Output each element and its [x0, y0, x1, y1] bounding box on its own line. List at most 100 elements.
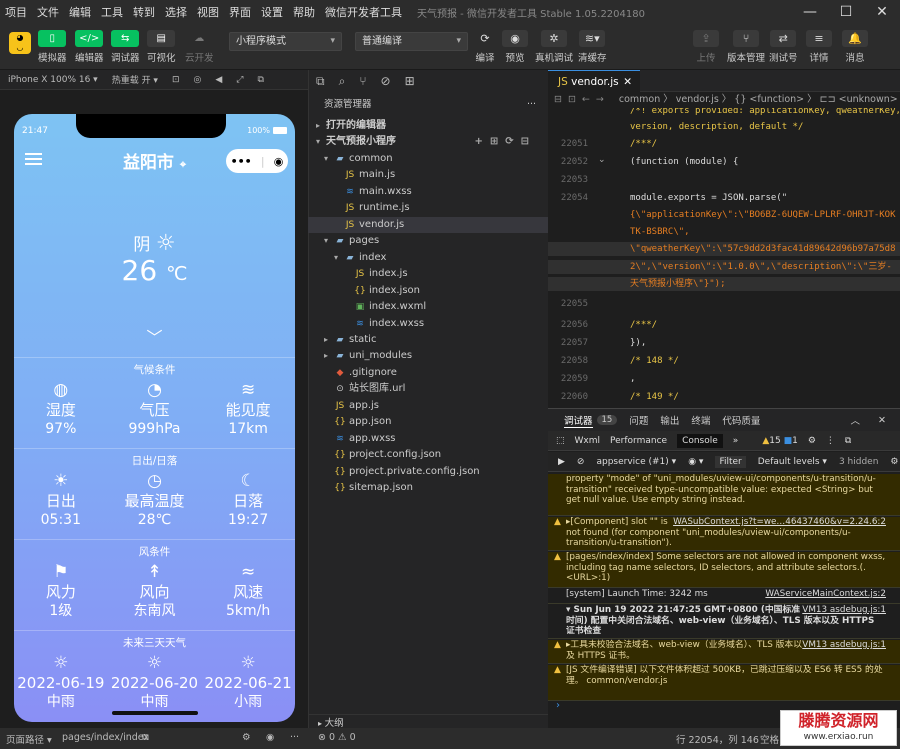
file-tree-item[interactable]: JS app.js	[308, 398, 548, 415]
preview-button[interactable]: ◉ 预览	[502, 30, 528, 64]
details-button[interactable]: ≡ 详情	[806, 30, 832, 64]
file-tree-item[interactable]: {} app.json	[308, 414, 548, 431]
file-tree-item[interactable]: ≋ index.wxss	[308, 316, 548, 333]
source-link[interactable]: VM13 asdebug.js:1	[802, 605, 886, 616]
device-select[interactable]: iPhone X 100% 16 ▾	[8, 75, 98, 85]
outline-header[interactable]: ▸ 大纲	[308, 714, 548, 729]
panel-wxml[interactable]: Wxml	[575, 436, 601, 446]
undock-icon[interactable]: ⧉	[845, 436, 851, 446]
file-tree-item[interactable]: ▾ ▰ common	[308, 151, 548, 168]
inspect-icon[interactable]: ⬚	[556, 436, 565, 446]
explorer-actions[interactable]: +⊞⟳⊟	[474, 134, 536, 150]
record-icon[interactable]: ◎	[194, 75, 202, 85]
more-icon[interactable]: ⋮	[826, 436, 835, 446]
menu-item[interactable]: 界面	[224, 4, 256, 20]
compile-button[interactable]: ⟳ 编译	[472, 30, 498, 64]
more-icon[interactable]: •••	[231, 155, 252, 168]
copy-icon[interactable]: ⧉	[142, 732, 149, 743]
sound-icon[interactable]: ◀	[215, 75, 222, 85]
preview-eye-icon[interactable]: ◉	[266, 732, 274, 743]
menu-item[interactable]: 微信开发者工具	[320, 4, 407, 20]
file-tree-item[interactable]: ≋ main.wxss	[308, 184, 548, 201]
menu-item[interactable]: 工具	[96, 4, 128, 20]
page-path-select[interactable]: 页面路径 ▾	[6, 732, 52, 746]
menu-item[interactable]: 视图	[192, 4, 224, 20]
collapse-icon[interactable]: ︿	[850, 413, 860, 427]
upload-button[interactable]: ⇪ 上传	[693, 30, 719, 64]
git-icon[interactable]: ⑂	[359, 74, 366, 88]
clear-console-icon[interactable]: ⊘	[577, 457, 585, 467]
file-tree-item[interactable]: ≋ app.wxss	[308, 431, 548, 448]
source-link[interactable]: VM13 asdebug.js:1	[802, 640, 886, 651]
file-tree-item[interactable]: JS vendor.js	[308, 216, 548, 234]
file-tree-item[interactable]: {} sitemap.json	[308, 480, 548, 497]
tab-output[interactable]: 输出	[660, 413, 679, 427]
context-select[interactable]: appservice (#1) ▾	[596, 457, 676, 467]
tab-vendor-js[interactable]: JS vendor.js ✕	[548, 70, 640, 92]
live-expression-icon[interactable]: ◉ ▾	[688, 457, 703, 467]
close-capsule-icon[interactable]: ◉	[274, 155, 284, 168]
file-tree-item[interactable]: JS index.js	[308, 266, 548, 283]
maximize-button[interactable]: ☐	[828, 0, 864, 24]
files-icon[interactable]: ⧉	[316, 74, 325, 89]
more-icon[interactable]: ···	[290, 732, 299, 743]
file-tree-item[interactable]: JS runtime.js	[308, 200, 548, 217]
menu-item[interactable]: 项目	[0, 4, 32, 20]
console-prompt[interactable]: ›	[556, 700, 560, 711]
expand-arrow-icon[interactable]: ▾	[324, 233, 334, 249]
close-window-button[interactable]: ✕	[864, 0, 900, 24]
expand-arrow-icon[interactable]: ▾	[324, 151, 334, 167]
source-link[interactable]: WASubContext.js?t=we…46437460&v=2.24.6:2	[673, 517, 886, 528]
clear-cache-button[interactable]: ≋▾ 清缓存	[578, 30, 607, 64]
problems-count[interactable]: ⊗ 0 ⚠ 0	[318, 732, 356, 743]
hot-reload-toggle[interactable]: 热重载 开 ▾	[112, 73, 158, 86]
file-tree-item[interactable]: ▾ ▰ index	[308, 250, 548, 267]
filter-input[interactable]: Filter	[715, 455, 746, 468]
menu-item[interactable]: 选择	[160, 4, 192, 20]
menu-item[interactable]: 帮助	[288, 4, 320, 20]
cloud-dev-button[interactable]: ☁ 云开发	[185, 30, 214, 64]
file-tree-item[interactable]: {} project.config.json	[308, 447, 548, 464]
close-panel-icon[interactable]: ✕	[878, 415, 886, 426]
messages-button[interactable]: 🔔 消息	[842, 30, 868, 64]
tab-problems[interactable]: 问题	[629, 413, 648, 427]
mode-select[interactable]: 小程序模式	[229, 32, 342, 51]
more-actions-icon[interactable]: ···	[527, 96, 536, 114]
settings-icon[interactable]: ⚙	[808, 436, 816, 446]
sidebar-icon[interactable]: ▶	[558, 457, 565, 467]
console-settings-icon[interactable]: ⚙	[890, 457, 898, 467]
simulator-toggle[interactable]: ▯ 模拟器	[38, 30, 67, 64]
file-tree-item[interactable]: ▸ ▰ uni_modules	[308, 348, 548, 365]
source-link[interactable]: WAServiceMainContext.js:2	[765, 589, 886, 600]
menu-item[interactable]: 设置	[256, 4, 288, 20]
panel-more[interactable]: »	[733, 436, 739, 446]
visual-toggle[interactable]: ▤ 可视化	[147, 30, 176, 64]
project-header[interactable]: ▾ 天气预报小程序 +⊞⟳⊟	[308, 134, 548, 151]
cursor-position[interactable]: 行 22054，列 146	[676, 732, 759, 746]
menu-item[interactable]: 编辑	[64, 4, 96, 20]
file-tree-item[interactable]: ▾ ▰ pages	[308, 233, 548, 250]
menu-item[interactable]: 文件	[32, 4, 64, 20]
tab-terminal[interactable]: 终端	[691, 413, 710, 427]
panel-console[interactable]: Console	[677, 433, 723, 448]
compile-select[interactable]: 普通编译	[355, 32, 468, 51]
minimize-button[interactable]: —	[792, 0, 828, 24]
debug-panel-icon[interactable]: ⊘	[381, 74, 391, 88]
open-editors-header[interactable]: ▸ 打开的编辑器	[308, 118, 548, 135]
version-control-button[interactable]: ⑂ 版本管理	[727, 30, 765, 64]
debugger-toggle[interactable]: ⇆ 调试器	[111, 30, 140, 64]
file-tree-item[interactable]: ⊙ 站长图库.url	[308, 381, 548, 398]
editor-toggle[interactable]: </> 编辑器	[75, 30, 104, 64]
code-editor[interactable]: /*! exports provided: applicationKey, qw…	[548, 108, 900, 408]
scene-icon[interactable]: ⚙	[242, 732, 251, 743]
extensions-icon[interactable]: ⊞	[405, 74, 415, 88]
file-tree-item[interactable]: ▣ index.wxml	[308, 299, 548, 316]
levels-select[interactable]: Default levels ▾	[758, 457, 827, 467]
file-tree-item[interactable]: {} index.json	[308, 283, 548, 300]
detach-icon[interactable]: ⧉	[257, 75, 263, 85]
expand-arrow-icon[interactable]: ▾	[334, 250, 344, 266]
indent-setting[interactable]: 空格	[760, 732, 779, 746]
remote-debug-button[interactable]: ✲ 真机调试	[535, 30, 573, 64]
menu-item[interactable]: 转到	[128, 4, 160, 20]
expand-arrow-icon[interactable]: ▸	[324, 332, 334, 348]
